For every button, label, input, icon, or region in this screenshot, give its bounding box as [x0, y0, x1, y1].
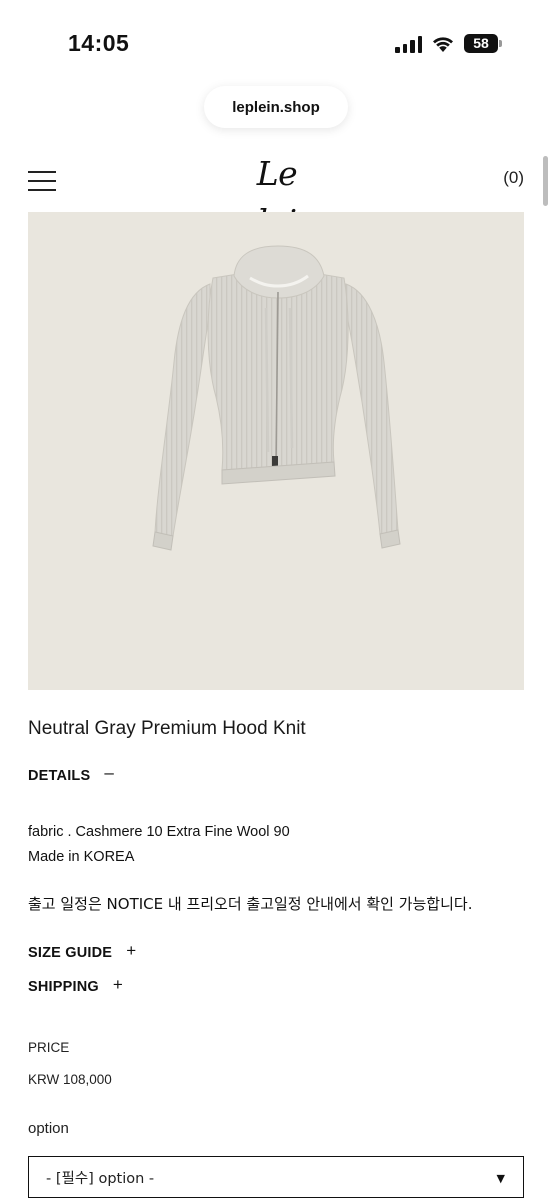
product-image[interactable]	[28, 212, 524, 690]
size-guide-label: SIZE GUIDE	[28, 945, 113, 961]
option-select[interactable]: - [필수] option - ▼	[28, 1156, 524, 1198]
option-label: option	[28, 1120, 69, 1137]
size-guide-toggle[interactable]: SIZE GUIDE +	[28, 940, 137, 962]
expand-icon: +	[126, 940, 137, 960]
cart-count[interactable]: (0)	[503, 168, 524, 188]
site-logo[interactable]: Le plein	[216, 150, 338, 241]
hamburger-menu-icon[interactable]	[28, 171, 56, 191]
collapse-icon: –	[104, 762, 114, 782]
expand-icon: +	[112, 974, 123, 994]
details-text: fabric . Cashmere 10 Extra Fine Wool 90 …	[28, 820, 290, 870]
battery-icon: 58	[464, 34, 502, 53]
signal-icon	[395, 35, 422, 53]
status-icons: 58	[395, 34, 502, 53]
details-toggle[interactable]: DETAILS –	[28, 764, 114, 785]
shipping-toggle[interactable]: SHIPPING +	[28, 974, 123, 996]
dropdown-arrow-icon: ▼	[496, 1172, 505, 1185]
product-title: Neutral Gray Premium Hood Knit	[28, 718, 306, 739]
wifi-icon	[433, 36, 453, 52]
status-time: 14:05	[68, 30, 130, 56]
status-bar: 14:05 58	[0, 0, 552, 80]
option-selected-value: - [필수] option -	[46, 1170, 155, 1187]
price-value: KRW 108,000	[28, 1072, 112, 1087]
shipping-notice: 출고 일정은 NOTICE 내 프리오더 출고일정 안내에서 확인 가능합니다.	[28, 895, 473, 913]
fabric-line: fabric . Cashmere 10 Extra Fine Wool 90	[28, 824, 290, 840]
shipping-label: SHIPPING	[28, 979, 99, 995]
address-bar[interactable]: leplein.shop	[204, 86, 348, 128]
origin-line: Made in KOREA	[28, 849, 135, 865]
scrollbar[interactable]	[543, 156, 548, 206]
price-label: PRICE	[28, 1040, 70, 1055]
knit-hoodie-illustration	[152, 245, 401, 551]
details-label: DETAILS	[28, 768, 91, 784]
battery-level: 58	[464, 34, 498, 53]
